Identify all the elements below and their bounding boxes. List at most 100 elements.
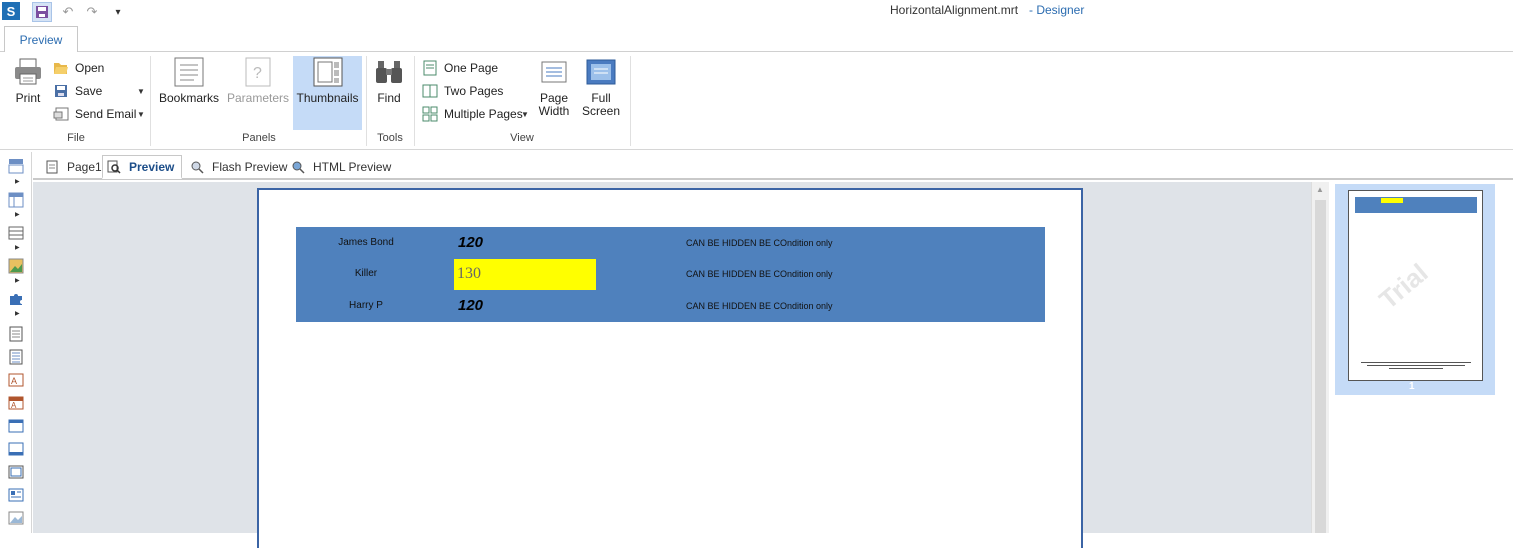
find-label: Find xyxy=(377,91,401,105)
page-icon[interactable] xyxy=(8,326,24,342)
tab-flash-preview-label: Flash Preview xyxy=(212,160,288,174)
customize-quick-access-icon[interactable]: ▾ xyxy=(108,2,128,22)
bookmarks-button[interactable]: Bookmarks xyxy=(158,56,220,130)
two-pages-icon xyxy=(422,83,438,99)
parameters-label: Parameters xyxy=(226,91,290,105)
scroll-up-icon[interactable]: ▲ xyxy=(1316,185,1324,194)
row-note: CAN BE HIDDEN BE COndition only xyxy=(686,301,833,311)
thumbnails-panel: Trial 1 xyxy=(1329,182,1513,533)
thumbnails-icon xyxy=(312,56,344,88)
bookmarks-label: Bookmarks xyxy=(158,91,220,105)
panel-icon[interactable] xyxy=(8,418,24,434)
row-name: Killer xyxy=(354,268,378,279)
row-name: Harry P xyxy=(349,300,383,311)
tab-flash-preview[interactable]: Flash Preview xyxy=(186,155,291,179)
multiple-pages-icon xyxy=(422,106,438,122)
document-tabs: Page1 Preview Flash Preview HTML Preview xyxy=(33,152,1513,180)
save-icon[interactable] xyxy=(32,2,52,22)
save-dropdown-icon[interactable]: ▼ xyxy=(137,87,145,96)
window-title-app: - Designer xyxy=(1029,3,1085,17)
one-page-button[interactable]: One Page xyxy=(422,58,498,78)
rich-text-icon[interactable]: A xyxy=(8,395,24,411)
one-page-icon xyxy=(422,60,438,76)
open-label: Open xyxy=(75,61,105,75)
group-label-file: File xyxy=(67,132,85,144)
tab-html-preview[interactable]: HTML Preview xyxy=(287,155,395,179)
tab-preview-doc[interactable]: Preview xyxy=(102,155,182,179)
redo-icon[interactable]: ↷ xyxy=(82,2,102,22)
expand-icon[interactable]: ▶ xyxy=(15,178,20,185)
floppy-icon xyxy=(53,83,69,99)
expand-icon[interactable]: ▶ xyxy=(15,277,20,284)
list-page-icon[interactable] xyxy=(8,349,24,365)
two-pages-button[interactable]: Two Pages xyxy=(422,81,503,101)
thumbnail-footer-line xyxy=(1389,368,1443,369)
group-divider xyxy=(150,56,151,146)
cross-band-icon[interactable] xyxy=(8,192,24,208)
puzzle-icon[interactable] xyxy=(8,291,24,307)
one-page-label: One Page xyxy=(444,61,499,75)
bookmarks-icon xyxy=(173,56,205,88)
svg-text:A: A xyxy=(11,401,17,410)
picture-icon[interactable] xyxy=(8,510,24,526)
expand-icon[interactable]: ▶ xyxy=(15,310,20,317)
parameters-icon: ? xyxy=(242,56,274,88)
row-value: 120 xyxy=(458,297,484,314)
sub-report-icon[interactable] xyxy=(8,464,24,480)
find-button[interactable]: Find xyxy=(370,56,408,130)
tab-page1[interactable]: Page1 xyxy=(41,155,106,179)
print-label: Print xyxy=(15,91,41,105)
page-width-icon xyxy=(538,56,570,88)
row-value: 120 xyxy=(458,234,484,251)
preview-canvas[interactable]: James Bond 120 CAN BE HIDDEN BE COnditio… xyxy=(33,182,1311,548)
html-preview-icon xyxy=(292,161,305,174)
app-logo-icon[interactable]: S xyxy=(2,2,20,20)
save-button[interactable]: Save xyxy=(53,81,102,101)
multiple-pages-button[interactable]: Multiple Pages xyxy=(422,104,523,124)
scrollbar-thumb[interactable] xyxy=(1315,200,1326,533)
expand-icon[interactable]: ▶ xyxy=(15,244,20,251)
thumbnails-label: Thumbnails xyxy=(296,91,359,105)
open-button[interactable]: Open xyxy=(53,58,104,78)
page-width-button[interactable]: Page Width xyxy=(535,56,573,130)
full-screen-button[interactable]: Full Screen xyxy=(581,56,621,130)
group-label-tools: Tools xyxy=(377,132,403,144)
full-screen-icon xyxy=(585,56,617,88)
thumbnail-highlight xyxy=(1381,198,1403,203)
table-component-icon[interactable] xyxy=(8,225,24,241)
title-bar: S ↶ ↷ ▾ HorizontalAlignment.mrt - Design… xyxy=(0,0,1513,24)
row-note: CAN BE HIDDEN BE COndition only xyxy=(686,238,833,248)
print-button[interactable]: Print xyxy=(8,56,48,130)
send-email-dropdown-icon[interactable]: ▼ xyxy=(137,110,145,119)
full-screen-label-2: Screen xyxy=(581,104,621,118)
text-box-icon[interactable]: A xyxy=(8,372,24,388)
printer-icon xyxy=(12,56,44,88)
chart-component-icon[interactable] xyxy=(8,487,24,503)
row-name: James Bond xyxy=(338,237,394,248)
expand-icon[interactable]: ▶ xyxy=(15,211,20,218)
thumbnail-page[interactable]: Trial xyxy=(1348,190,1483,381)
tab-preview[interactable]: Preview xyxy=(4,26,78,53)
thumbnail-footer-line xyxy=(1361,362,1471,363)
save-label: Save xyxy=(75,84,103,98)
flash-preview-icon xyxy=(191,161,204,174)
tab-html-preview-label: HTML Preview xyxy=(313,160,392,174)
component-toolbox: ▶ ▶ ▶ ▶ ▶ A A xyxy=(0,152,32,533)
two-pages-label: Two Pages xyxy=(444,84,504,98)
thumbnails-button[interactable]: Thumbnails xyxy=(293,56,362,130)
thumbnail-page-number: 1 xyxy=(1409,381,1415,392)
row-note: CAN BE HIDDEN BE COndition only xyxy=(686,269,833,279)
image-component-icon[interactable] xyxy=(8,258,24,274)
page-icon xyxy=(46,160,58,174)
window-title: HorizontalAlignment.mrt xyxy=(890,3,1019,17)
send-email-label: Send Email xyxy=(75,107,137,121)
multiple-pages-dropdown-icon[interactable]: ▼ xyxy=(521,110,529,119)
band-icon[interactable] xyxy=(8,158,24,174)
send-email-button[interactable]: Send Email xyxy=(53,104,136,124)
parameters-button[interactable]: ? Parameters xyxy=(227,56,289,130)
data-band: James Bond 120 CAN BE HIDDEN BE COnditio… xyxy=(296,227,1045,322)
container-icon[interactable] xyxy=(8,441,24,457)
vertical-scrollbar[interactable]: ▲ xyxy=(1311,182,1329,533)
undo-icon[interactable]: ↶ xyxy=(58,2,78,22)
trial-watermark: Trial xyxy=(1373,257,1434,315)
